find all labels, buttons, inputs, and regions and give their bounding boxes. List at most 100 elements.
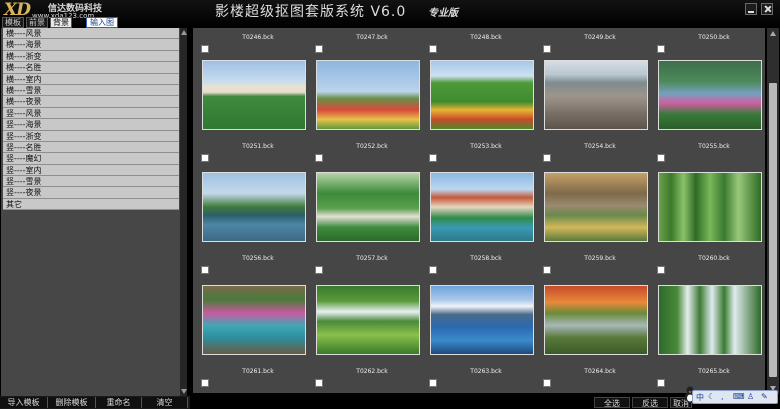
category-item[interactable]: 横----浙变 <box>3 50 179 63</box>
select-all-button[interactable]: 全选 <box>594 397 630 408</box>
category-item[interactable]: 其它 <box>3 198 179 211</box>
category-item[interactable]: 横----名胜 <box>3 62 179 74</box>
scroll-down-icon[interactable] <box>180 389 187 394</box>
category-item[interactable]: 竖----名胜 <box>3 141 179 154</box>
app-edition: 专业版 <box>428 8 458 19</box>
thumbnail-image[interactable] <box>202 60 306 130</box>
select-checkbox[interactable] <box>657 266 665 274</box>
select-checkbox[interactable] <box>201 266 209 274</box>
rename-button[interactable]: 重命名 <box>96 397 142 408</box>
close-button[interactable] <box>761 3 773 15</box>
category-item[interactable]: 竖----风景 <box>3 107 179 120</box>
select-checkbox[interactable] <box>429 266 437 274</box>
moon-icon[interactable]: ☾ <box>708 392 715 401</box>
select-checkbox[interactable] <box>543 379 551 387</box>
select-checkbox[interactable] <box>201 379 209 387</box>
thumbnail-image[interactable] <box>430 285 534 355</box>
delete-template-button[interactable]: 删除模板 <box>48 397 96 408</box>
gallery-cell[interactable]: T0259.bck <box>543 170 657 285</box>
import-template-button[interactable]: 导入模板 <box>0 397 48 408</box>
gallery-cell[interactable]: T0258.bck <box>429 170 543 285</box>
gallery-cell[interactable]: T0250.bck <box>657 28 765 54</box>
wrench-icon[interactable]: ✎ <box>761 392 768 401</box>
thumbnail-image[interactable] <box>202 285 306 355</box>
select-checkbox[interactable] <box>315 154 323 162</box>
category-item[interactable]: 竖----浙变 <box>3 130 179 142</box>
select-checkbox[interactable] <box>657 379 665 387</box>
gallery-cell[interactable]: T0257.bck <box>315 170 429 285</box>
select-checkbox[interactable] <box>429 379 437 387</box>
ime-toolbar[interactable]: 中 ☾ , ⌨ ♙ ✎ <box>692 390 778 404</box>
tab-background[interactable]: 背景 <box>50 17 72 28</box>
select-checkbox[interactable] <box>657 154 665 162</box>
minimize-button[interactable] <box>745 3 757 15</box>
thumbnail-image[interactable] <box>544 60 648 130</box>
invert-selection-button[interactable]: 反选 <box>632 397 668 408</box>
select-checkbox[interactable] <box>315 379 323 387</box>
keyboard-icon[interactable]: ⌨ <box>733 392 745 401</box>
gallery-cell[interactable]: T0252.bck <box>315 58 429 173</box>
gallery-cell[interactable]: T0262.bck <box>315 283 429 393</box>
scroll-up-icon[interactable] <box>770 31 776 36</box>
category-item[interactable]: 竖----魔幻 <box>3 153 179 165</box>
category-item[interactable]: 竖----海景 <box>3 119 179 131</box>
file-name: T0255.bck <box>698 143 730 150</box>
thumbnail-image[interactable] <box>316 172 420 242</box>
thumbnail-image[interactable] <box>202 172 306 242</box>
gallery-cell[interactable]: T0260.bck <box>657 170 765 285</box>
thumbnail-image[interactable] <box>544 285 648 355</box>
scroll-up-icon[interactable] <box>180 30 187 35</box>
category-item[interactable]: 横----雪景 <box>3 84 179 97</box>
gallery-cell[interactable]: T0254.bck <box>543 58 657 173</box>
comma-icon[interactable]: , <box>721 392 724 401</box>
select-checkbox[interactable] <box>543 45 551 53</box>
thumbnail-image[interactable] <box>316 60 420 130</box>
thumbnail-image[interactable] <box>658 172 762 242</box>
select-checkbox[interactable] <box>201 45 209 53</box>
category-item[interactable]: 横----海景 <box>3 39 179 51</box>
gallery-cell[interactable]: T0265.bck <box>657 283 765 393</box>
scrollbar-thumb[interactable] <box>769 83 777 377</box>
thumbnail-image[interactable] <box>430 60 534 130</box>
thumbnail-image[interactable] <box>544 172 648 242</box>
tab-template[interactable]: 模板 <box>2 17 24 28</box>
gallery-cell[interactable]: T0251.bck <box>201 58 315 173</box>
category-item[interactable]: 横----夜景 <box>3 96 179 108</box>
gallery-cell[interactable]: T0255.bck <box>657 58 765 173</box>
gallery-cell[interactable]: T0263.bck <box>429 283 543 393</box>
select-checkbox[interactable] <box>657 45 665 53</box>
select-checkbox[interactable] <box>429 45 437 53</box>
gallery-cell[interactable]: T0256.bck <box>201 170 315 285</box>
category-item[interactable]: 横----风景 <box>3 28 179 40</box>
gallery-cell[interactable]: T0247.bck <box>315 28 429 54</box>
gallery-cell[interactable]: T0249.bck <box>543 28 657 54</box>
category-list: 横----风景 横----海景 横----浙变 横----名胜 横----室内 横----… <box>3 28 179 211</box>
select-checkbox[interactable] <box>315 45 323 53</box>
thumbnail-image[interactable] <box>658 60 762 130</box>
tab-foreground[interactable]: 前景 <box>26 17 48 28</box>
ime-mode-label[interactable]: 中 <box>696 392 704 403</box>
select-checkbox[interactable] <box>543 154 551 162</box>
person-icon[interactable]: ♙ <box>747 392 754 401</box>
tab-import-frame[interactable]: 输入图框 <box>86 17 118 37</box>
gallery-cell[interactable]: T0246.bck <box>201 28 315 54</box>
select-checkbox[interactable] <box>429 154 437 162</box>
gallery-cell[interactable]: T0264.bck <box>543 283 657 393</box>
select-checkbox[interactable] <box>543 266 551 274</box>
thumbnail-image[interactable] <box>316 285 420 355</box>
thumbnail-image[interactable] <box>658 285 762 355</box>
gallery-cell[interactable]: T0253.bck <box>429 58 543 173</box>
select-checkbox[interactable] <box>201 154 209 162</box>
select-checkbox[interactable] <box>315 266 323 274</box>
category-scrollbar[interactable] <box>180 28 187 396</box>
gallery-cell[interactable]: T0248.bck <box>429 28 543 54</box>
category-item[interactable]: 竖----雪景 <box>3 176 179 188</box>
category-item[interactable]: 横----室内 <box>3 73 179 85</box>
category-item[interactable]: 竖----夜景 <box>3 187 179 199</box>
gallery-cell[interactable]: T0261.bck <box>201 283 315 393</box>
thumbnail-image[interactable] <box>430 172 534 242</box>
file-name: T0258.bck <box>470 255 502 262</box>
clear-button[interactable]: 清空 <box>142 397 188 408</box>
gallery-scrollbar[interactable] <box>767 28 779 394</box>
category-item[interactable]: 竖----室内 <box>3 164 179 177</box>
